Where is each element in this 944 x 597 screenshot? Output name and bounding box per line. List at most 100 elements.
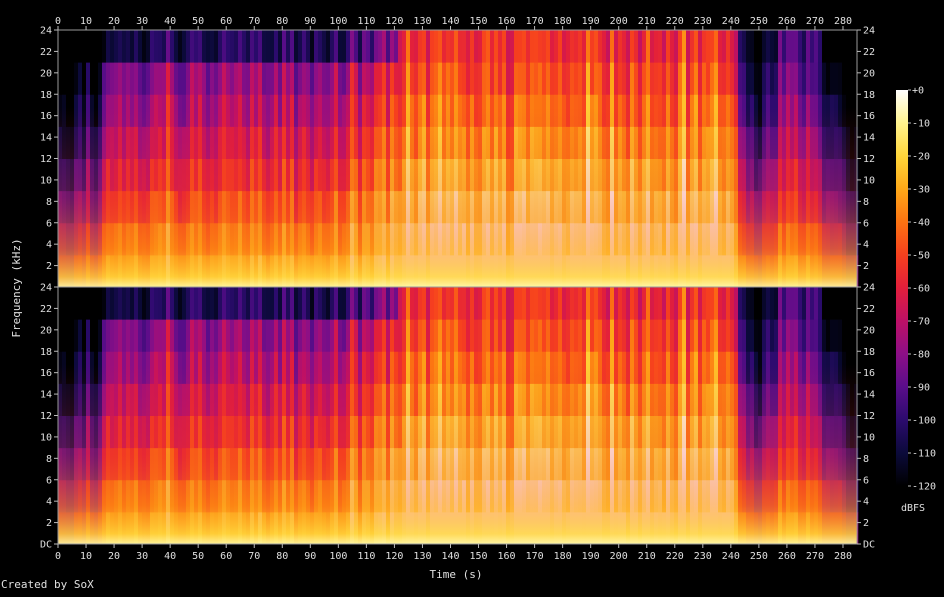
y-tick-label-right: 20 (863, 325, 875, 336)
x-tick-label-bottom: 230 (694, 551, 712, 562)
y-tick-label-left: 24 (40, 283, 52, 294)
y-tick-label-right: 16 (863, 111, 875, 122)
colorbar-label: dBFS (901, 503, 925, 514)
y-tick-label-right: 18 (863, 90, 875, 101)
y-tick-label-left: 2 (46, 261, 52, 272)
colorbar-tick-label: -90 (912, 383, 930, 394)
x-tick-label-bottom: 200 (610, 551, 628, 562)
y-tick-label-left: 10 (40, 175, 52, 186)
y-tick-label-right: 10 (863, 432, 875, 443)
x-tick-label-top: 70 (248, 16, 260, 27)
y-tick-label-right: 2 (863, 261, 869, 272)
y-tick-label-left: 18 (40, 347, 52, 358)
y-tick-label-left: 18 (40, 90, 52, 101)
y-tick-label-left: 10 (40, 432, 52, 443)
y-tick-label-left: 22 (40, 47, 52, 58)
x-tick-label-top: 250 (750, 16, 768, 27)
y-tick-label-right: 14 (863, 133, 875, 144)
x-tick-label-bottom: 240 (722, 551, 740, 562)
y-tick-label-right: 6 (863, 475, 869, 486)
colorbar-tick-label: -110 (912, 449, 936, 460)
x-tick-label-top: 80 (276, 16, 288, 27)
x-tick-label-top: 10 (80, 16, 92, 27)
y-tick-label-left: 12 (40, 154, 52, 165)
y-tick-label-right: 4 (863, 240, 869, 251)
x-tick-label-bottom: 90 (304, 551, 316, 562)
x-tick-label-top: 190 (582, 16, 600, 27)
x-tick-label-top: 240 (722, 16, 740, 27)
y-tick-label-left: 6 (46, 218, 52, 229)
x-tick-label-top: 220 (666, 16, 684, 27)
y-tick-label-left: 14 (40, 390, 52, 401)
y-tick-label-left: DC (40, 540, 52, 551)
x-tick-label-bottom: 270 (806, 551, 824, 562)
x-tick-label-top: 90 (304, 16, 316, 27)
x-tick-label-bottom: 110 (357, 551, 375, 562)
y-tick-label-right: 20 (863, 68, 875, 79)
y-tick-label-left: 22 (40, 304, 52, 315)
low-frequency-energy (58, 30, 857, 287)
colorbar-tick-label: -120 (912, 482, 936, 493)
y-tick-label-right: 8 (863, 197, 869, 208)
x-axis-label: Time (s) (430, 568, 483, 581)
x-tick-label-top: 100 (329, 16, 347, 27)
x-tick-label-top: 120 (385, 16, 403, 27)
colorbar-tick-label: -30 (912, 185, 930, 196)
y-tick-label-right: 2 (863, 518, 869, 529)
y-tick-label-right: 4 (863, 497, 869, 508)
y-tick-label-right: 16 (863, 368, 875, 379)
x-tick-label-top: 260 (778, 16, 796, 27)
x-tick-label-bottom: 160 (498, 551, 516, 562)
x-tick-label-bottom: 280 (834, 551, 852, 562)
colorbar-gradient (896, 90, 908, 486)
colorbar-tick-label: +0 (912, 86, 924, 97)
x-tick-label-bottom: 20 (108, 551, 120, 562)
x-tick-label-bottom: 0 (55, 551, 61, 562)
x-tick-label-bottom: 60 (220, 551, 232, 562)
x-tick-label-top: 20 (108, 16, 120, 27)
y-tick-label-left: 2 (46, 518, 52, 529)
colorbar-tick-label: -40 (912, 218, 930, 229)
y-tick-label-right: 14 (863, 390, 875, 401)
colorbar-tick-label: -60 (912, 284, 930, 295)
y-tick-label-right: 8 (863, 454, 869, 465)
x-tick-label-bottom: 70 (248, 551, 260, 562)
x-tick-label-bottom: 80 (276, 551, 288, 562)
colorbar-tick-label: -80 (912, 350, 930, 361)
x-tick-label-bottom: 30 (136, 551, 148, 562)
x-tick-label-top: 0 (55, 16, 61, 27)
y-tick-label-left: 4 (46, 497, 52, 508)
x-tick-label-bottom: 260 (778, 551, 796, 562)
x-tick-label-bottom: 180 (554, 551, 572, 562)
y-tick-label-right: 22 (863, 304, 875, 315)
x-tick-label-bottom: 170 (526, 551, 544, 562)
x-tick-label-top: 270 (806, 16, 824, 27)
x-tick-label-bottom: 220 (666, 551, 684, 562)
y-tick-label-right: 6 (863, 218, 869, 229)
x-tick-label-top: 150 (469, 16, 487, 27)
spectrogram-chart: 0 0 10 10 20 20 30 30 40 40 50 50 60 60 70 70 80 80 90 90 10… (10, 16, 936, 581)
y-tick-label-right: 24 (863, 283, 875, 294)
x-tick-label-top: 30 (136, 16, 148, 27)
x-tick-label-top: 230 (694, 16, 712, 27)
y-axis-label: Frequency (kHz) (10, 238, 23, 337)
y-tick-label-left: 6 (46, 475, 52, 486)
x-tick-label-bottom: 140 (441, 551, 459, 562)
colorbar-tick-label: -50 (912, 251, 930, 262)
y-tick-label-left: 16 (40, 368, 52, 379)
x-tick-label-bottom: 150 (469, 551, 487, 562)
x-tick-label-top: 110 (357, 16, 375, 27)
colorbar-tick-label: -70 (912, 317, 930, 328)
y-tick-label-left: 20 (40, 325, 52, 336)
y-tick-label-right: 22 (863, 47, 875, 58)
x-tick-label-bottom: 50 (192, 551, 204, 562)
y-tick-label-left: 16 (40, 111, 52, 122)
y-tick-label-left: 8 (46, 197, 52, 208)
x-tick-label-bottom: 100 (329, 551, 347, 562)
y-tick-label-left: 20 (40, 68, 52, 79)
colorbar-tick-label: -100 (912, 416, 936, 427)
colorbar-tick-label: -10 (912, 119, 930, 130)
y-tick-label-left: 8 (46, 454, 52, 465)
x-tick-label-top: 170 (526, 16, 544, 27)
y-tick-label-left: 4 (46, 240, 52, 251)
